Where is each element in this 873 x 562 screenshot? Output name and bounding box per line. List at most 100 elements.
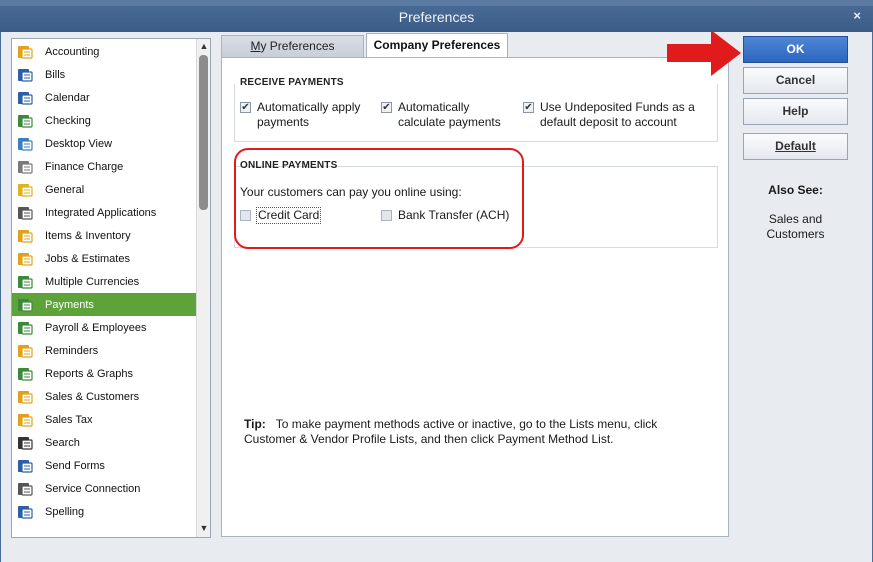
sidebar-item-checking[interactable]: Checking <box>12 109 197 132</box>
integrated-applications-icon <box>15 204 35 222</box>
checkbox-check-icon[interactable]: ✔ <box>523 102 534 113</box>
undeposited-funds-checkbox[interactable]: ✔ Use Undeposited Funds as a default depo… <box>523 100 695 130</box>
sidebar-item-label: Items & Inventory <box>45 229 131 242</box>
sidebar-item-label: Spelling <box>45 505 85 518</box>
title-bar: Preferences × <box>0 0 873 32</box>
sales-tax-icon <box>15 411 35 429</box>
scroll-down-icon[interactable]: ▼ <box>197 521 210 535</box>
sidebar-item-general[interactable]: General <box>12 178 197 201</box>
sidebar-item-label: Desktop View <box>45 137 113 150</box>
default-button[interactable]: Default <box>743 133 848 160</box>
category-list-items: Accounting Bills Calendar Checking Desktop V… <box>12 40 197 523</box>
category-list-scrollbar[interactable]: ▲ ▼ <box>196 39 210 537</box>
credit-card-label: Credit Card <box>255 207 322 224</box>
sidebar-item-label: Calendar <box>45 91 90 104</box>
sidebar-item-multiple-currencies[interactable]: Multiple Currencies <box>12 270 197 293</box>
sidebar-item-label: Service Connection <box>45 482 141 495</box>
sidebar-item-service-connection[interactable]: Service Connection <box>12 477 197 500</box>
auto-apply-line2: payments <box>257 115 310 129</box>
credit-card-checkbox-box[interactable] <box>240 210 251 221</box>
sidebar-item-label: Finance Charge <box>45 160 124 173</box>
bills-icon <box>15 66 35 84</box>
sidebar-item-payments[interactable]: Payments <box>12 293 197 316</box>
help-button[interactable]: Help <box>743 98 848 125</box>
scroll-up-icon[interactable]: ▲ <box>197 39 210 53</box>
also-see: Also See: Sales and Customers <box>743 183 848 242</box>
sidebar-item-label: Accounting <box>45 45 100 58</box>
sidebar-item-desktop-view[interactable]: Desktop View <box>12 132 197 155</box>
sidebar-item-search[interactable]: Search <box>12 431 197 454</box>
undep-line2: default deposit to account <box>540 115 677 129</box>
search-icon <box>15 434 35 452</box>
sidebar-item-sales-customers[interactable]: Sales & Customers <box>12 385 197 408</box>
close-icon[interactable]: × <box>853 8 861 23</box>
spelling-icon <box>15 503 35 521</box>
auto-apply-checkbox[interactable]: ✔ Automatically apply payments <box>240 100 360 130</box>
bank-transfer-checkbox-box[interactable] <box>381 210 392 221</box>
credit-card-checkbox[interactable]: Credit Card <box>240 207 322 224</box>
also-see-link-line2: Customers <box>766 227 825 241</box>
sidebar-item-label: Send Forms <box>45 459 105 472</box>
sidebar-item-bills[interactable]: Bills <box>12 63 197 86</box>
calendar-icon <box>15 89 35 107</box>
sidebar-item-integrated-applications[interactable]: Integrated Applications <box>12 201 197 224</box>
finance-charge-icon <box>15 158 35 176</box>
sales-customers-icon <box>15 388 35 406</box>
ok-button[interactable]: OK <box>743 36 848 63</box>
auto-apply-line1: Automatically apply <box>257 100 361 114</box>
tab-my-preferences[interactable]: My Preferences <box>221 35 364 58</box>
checkbox-check-icon[interactable]: ✔ <box>381 102 392 113</box>
cancel-button[interactable]: Cancel <box>743 67 848 94</box>
sidebar-item-label: Jobs & Estimates <box>45 252 130 265</box>
sidebar-item-label: Payroll & Employees <box>45 321 147 334</box>
jobs-estimates-icon <box>15 250 35 268</box>
scrollbar-thumb[interactable] <box>199 55 208 210</box>
sidebar-item-jobs-estimates[interactable]: Jobs & Estimates <box>12 247 197 270</box>
sidebar-item-reminders[interactable]: Reminders <box>12 339 197 362</box>
auto-apply-label: Automatically apply payments <box>257 100 360 130</box>
sidebar-item-label: Multiple Currencies <box>45 275 140 288</box>
auto-calculate-label: Automatically calculate payments <box>398 100 501 130</box>
tip-body: To make payment methods active or inacti… <box>244 417 658 446</box>
online-payments-title: ONLINE PAYMENTS <box>240 160 338 171</box>
sidebar-item-spelling[interactable]: Spelling <box>12 500 197 523</box>
desktop-view-icon <box>15 135 35 153</box>
undep-line1: Use Undeposited Funds as a <box>540 100 695 114</box>
red-arrow-annotation-icon <box>667 30 741 76</box>
company-preferences-panel: RECEIVE PAYMENTS ✔ Automatically apply pa… <box>221 57 729 537</box>
auto-calc-line1: Automatically <box>398 100 470 114</box>
sidebar-item-label: Bills <box>45 68 66 81</box>
window-title: Preferences <box>398 9 475 25</box>
sidebar-item-accounting[interactable]: Accounting <box>12 40 197 63</box>
checkbox-check-icon[interactable]: ✔ <box>240 102 251 113</box>
also-see-link-sales-customers[interactable]: Sales and Customers <box>743 212 848 242</box>
title-bar-top-strip <box>0 0 873 6</box>
auto-calculate-checkbox[interactable]: ✔ Automatically calculate payments <box>381 100 501 130</box>
reports-graphs-icon <box>15 365 35 383</box>
reminders-icon <box>15 342 35 360</box>
sidebar-item-sales-tax[interactable]: Sales Tax <box>12 408 197 431</box>
tab-company-preferences[interactable]: Company Preferences <box>366 33 508 58</box>
items-inventory-icon <box>15 227 35 245</box>
sidebar-item-label: Integrated Applications <box>45 206 157 219</box>
sidebar-item-calendar[interactable]: Calendar <box>12 86 197 109</box>
bank-transfer-checkbox[interactable]: Bank Transfer (ACH) <box>381 208 509 223</box>
sidebar-item-label: Reports & Graphs <box>45 367 134 380</box>
tip-text: Tip: To make payment methods active or in… <box>244 417 704 447</box>
preferences-category-list[interactable]: Accounting Bills Calendar Checking Desktop V… <box>11 38 211 538</box>
sidebar-item-items-inventory[interactable]: Items & Inventory <box>12 224 197 247</box>
service-connection-icon <box>15 480 35 498</box>
also-see-link-line1: Sales and <box>768 212 823 226</box>
receive-payments-group: RECEIVE PAYMENTS ✔ Automatically apply pa… <box>234 77 718 142</box>
tab-my-preferences-mnemonic: M <box>250 39 261 53</box>
sidebar-item-label: General <box>45 183 85 196</box>
sidebar-item-reports-graphs[interactable]: Reports & Graphs <box>12 362 197 385</box>
sidebar-item-send-forms[interactable]: Send Forms <box>12 454 197 477</box>
sidebar-item-label: Payments <box>45 298 94 311</box>
sidebar-item-payroll-employees[interactable]: Payroll & Employees <box>12 316 197 339</box>
online-payments-intro: Your customers can pay you online using: <box>240 185 462 199</box>
sidebar-item-label: Sales Tax <box>45 413 93 426</box>
multiple-currencies-icon <box>15 273 35 291</box>
sidebar-item-finance-charge[interactable]: Finance Charge <box>12 155 197 178</box>
send-forms-icon <box>15 457 35 475</box>
